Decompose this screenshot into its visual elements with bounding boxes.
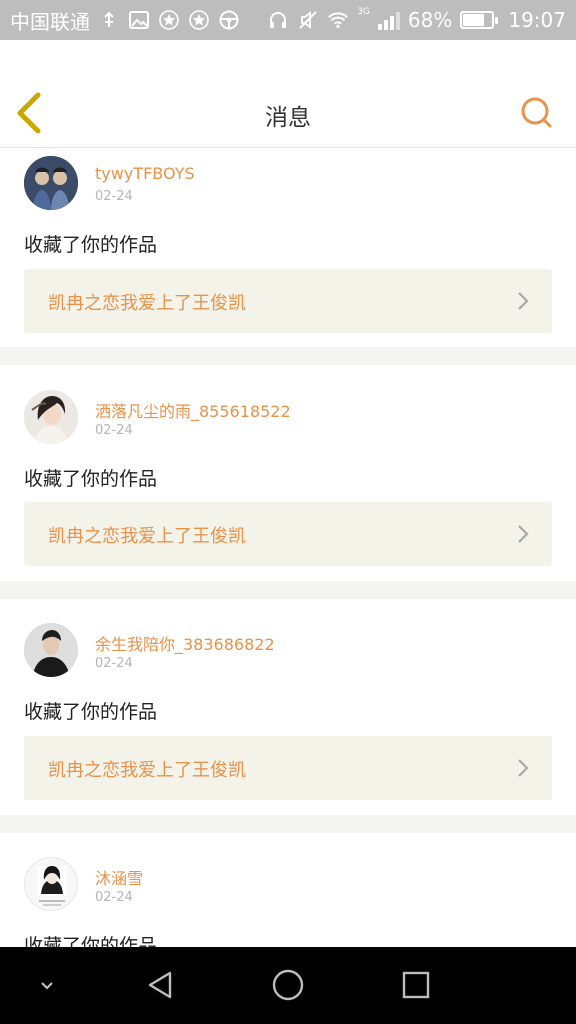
work-title: 凯冉之恋我爱上了王俊凯 <box>48 293 246 314</box>
message-action: 收藏了你的作品 <box>24 935 158 947</box>
system-nav-bar <box>0 947 576 1024</box>
message-action: 收藏了你的作品 <box>24 701 158 723</box>
chevron-down-icon <box>41 982 53 990</box>
chevron-right-icon <box>518 525 529 543</box>
recents-nav-button[interactable] <box>396 965 436 1005</box>
headphones-icon <box>267 9 289 31</box>
mute-icon <box>297 9 319 31</box>
back-nav-button[interactable] <box>140 965 180 1005</box>
carrier-name: 中国联通 <box>10 9 90 34</box>
user-name[interactable]: tywyTFBOYS <box>95 164 195 183</box>
search-button[interactable] <box>520 96 554 130</box>
network-type: 3G <box>357 7 370 17</box>
back-triangle-icon <box>148 971 172 999</box>
message-action: 收藏了你的作品 <box>24 468 158 490</box>
work-link[interactable]: 凯冉之恋我爱上了王俊凯 <box>24 502 552 566</box>
clock: 19:07 <box>508 8 566 32</box>
work-title: 凯冉之恋我爱上了王俊凯 <box>48 526 246 547</box>
user-name[interactable]: 洒落凡尘的雨_855618522 <box>95 398 291 422</box>
chevron-right-icon <box>518 759 529 777</box>
message-card: 洒落凡尘的雨_855618522 02-24 收藏了你的作品 凯冉之恋我爱上了王… <box>0 365 576 581</box>
message-date: 02-24 <box>95 656 133 671</box>
star-icon <box>188 9 210 31</box>
message-list[interactable]: tywyTFBOYS 02-24 收藏了你的作品 凯冉之恋我爱上了王俊凯 洒落凡… <box>0 149 576 947</box>
avatar[interactable] <box>24 390 78 444</box>
message-date: 02-24 <box>95 189 133 204</box>
avatar[interactable] <box>24 857 78 911</box>
image-icon <box>128 9 150 31</box>
recents-square-icon <box>402 971 430 999</box>
signal-icon <box>377 10 400 30</box>
app-header: 消息 <box>0 40 576 148</box>
avatar[interactable] <box>24 156 78 210</box>
message-card: 沐涵雪 02-24 收藏了你的作品 <box>0 833 576 947</box>
home-nav-button[interactable] <box>268 965 308 1005</box>
battery-percent: 68% <box>407 8 453 32</box>
message-card: tywyTFBOYS 02-24 收藏了你的作品 凯冉之恋我爱上了王俊凯 <box>0 149 576 347</box>
user-name[interactable]: 余生我陪你_383686822 <box>95 631 275 655</box>
page-title: 消息 <box>265 105 311 131</box>
steering-icon <box>218 9 240 31</box>
message-card: 余生我陪你_383686822 02-24 收藏了你的作品 凯冉之恋我爱上了王俊… <box>0 599 576 815</box>
message-date: 02-24 <box>95 890 133 905</box>
chevron-right-icon <box>518 292 529 310</box>
avatar[interactable] <box>24 623 78 677</box>
message-action: 收藏了你的作品 <box>24 234 158 256</box>
search-icon <box>521 97 552 128</box>
work-link[interactable]: 凯冉之恋我爱上了王俊凯 <box>24 736 552 800</box>
star-icon <box>158 9 180 31</box>
wifi-icon <box>327 9 349 31</box>
battery-icon <box>460 11 499 29</box>
work-link[interactable]: 凯冉之恋我爱上了王俊凯 <box>24 269 552 333</box>
status-bar: 中国联通 3G 68% 19:07 <box>0 0 576 40</box>
message-date: 02-24 <box>95 423 133 438</box>
home-circle-icon <box>272 969 304 1001</box>
hide-nav-button[interactable] <box>27 965 67 1005</box>
user-name[interactable]: 沐涵雪 <box>95 865 143 889</box>
usb-icon <box>98 9 120 31</box>
work-title: 凯冉之恋我爱上了王俊凯 <box>48 760 246 781</box>
